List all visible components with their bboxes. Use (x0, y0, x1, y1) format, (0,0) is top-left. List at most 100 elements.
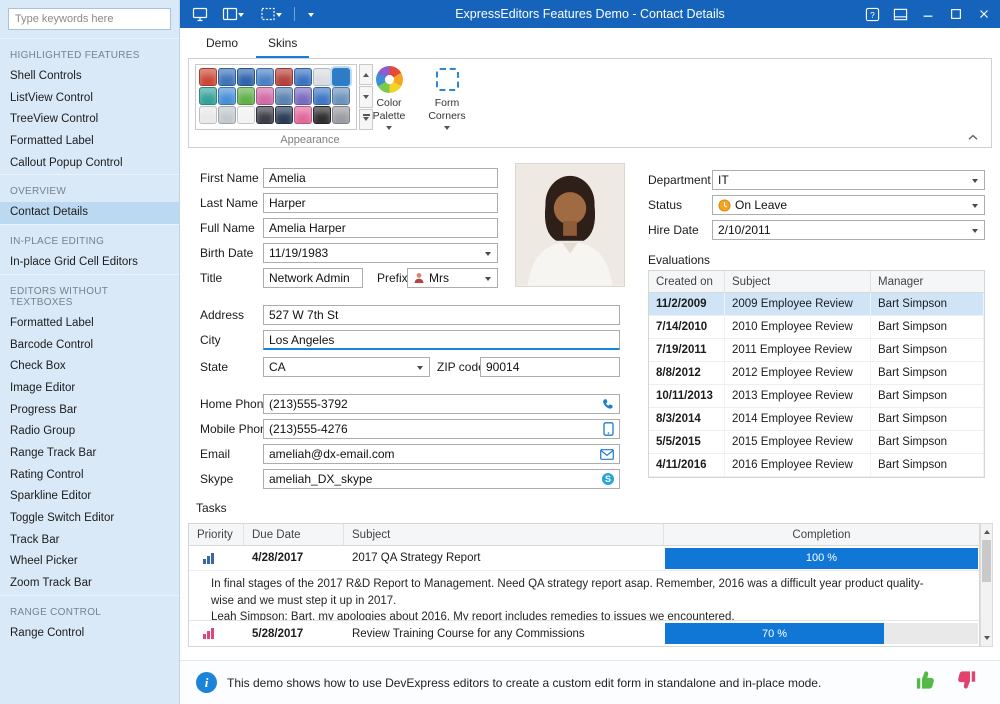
screen-capture-icon[interactable] (190, 0, 210, 28)
skin-swatch[interactable] (313, 68, 331, 86)
email-field[interactable] (263, 444, 620, 464)
sidebar-item-check-box[interactable]: Check Box (0, 356, 179, 378)
sidebar-item-formatted-label[interactable]: Formatted Label (0, 131, 179, 153)
ribbon-display-button[interactable] (886, 0, 914, 28)
eval-cell-manager[interactable]: Bart Simpson (871, 293, 984, 316)
hire-date-combobox[interactable]: 2/10/2011 (712, 220, 985, 240)
sidebar-item-listview-control[interactable]: ListView Control (0, 88, 179, 110)
sidebar-item-barcode-control[interactable]: Barcode Control (0, 335, 179, 357)
task-priority-cell[interactable] (189, 621, 244, 646)
email-input[interactable] (269, 447, 596, 461)
eval-cell-subject[interactable]: 2015 Employee Review (725, 431, 871, 454)
sidebar-item-zoom-track-bar[interactable]: Zoom Track Bar (0, 573, 179, 595)
task-subject[interactable]: Review Training Course for any Commissio… (344, 621, 664, 646)
eval-cell-subject[interactable]: 2012 Employee Review (725, 362, 871, 385)
eval-cell-manager[interactable]: Bart Simpson (871, 408, 984, 431)
tab-demo[interactable]: Demo (194, 31, 250, 58)
eval-cell-created[interactable]: 5/5/2015 (649, 431, 725, 454)
skin-swatch-selected[interactable] (332, 68, 350, 86)
home-phone-input[interactable] (269, 397, 597, 411)
skin-swatch[interactable] (256, 106, 274, 124)
close-button[interactable] (970, 0, 998, 28)
skin-swatch[interactable] (313, 106, 331, 124)
sidebar-item-toggle-switch[interactable]: Toggle Switch Editor (0, 508, 179, 530)
eval-cell-manager[interactable]: Bart Simpson (871, 339, 984, 362)
scroll-up-icon[interactable] (984, 527, 990, 534)
eval-cell-created[interactable]: 7/19/2011 (649, 339, 725, 362)
eval-cell-subject[interactable]: 2013 Employee Review (725, 385, 871, 408)
chevron-down-icon[interactable] (968, 196, 982, 214)
skin-swatch[interactable] (199, 106, 217, 124)
home-phone-field[interactable] (263, 394, 620, 414)
skin-swatch[interactable] (237, 87, 255, 105)
mobile-phone-field[interactable] (263, 419, 620, 439)
tasks-scrollbar[interactable] (980, 523, 993, 647)
column-header-task-subject[interactable]: Subject (344, 524, 664, 546)
eval-cell-manager[interactable]: Bart Simpson (871, 362, 984, 385)
chevron-down-icon[interactable] (481, 269, 495, 287)
sidebar-search[interactable] (8, 8, 171, 30)
search-input[interactable] (15, 13, 164, 25)
color-palette-button[interactable]: Color Palette (361, 63, 417, 143)
maximize-button[interactable] (942, 0, 970, 28)
eval-cell-created[interactable]: 7/14/2010 (649, 316, 725, 339)
skin-swatch[interactable] (275, 87, 293, 105)
minimize-button[interactable] (914, 0, 942, 28)
sidebar-item-sparkline-editor[interactable]: Sparkline Editor (0, 486, 179, 508)
skin-swatch[interactable] (218, 87, 236, 105)
skin-swatch[interactable] (332, 106, 350, 124)
sidebar-item-formatted-label-2[interactable]: Formatted Label (0, 313, 179, 335)
sidebar-item-range-track-bar[interactable]: Range Track Bar (0, 443, 179, 465)
scroll-down-icon[interactable] (984, 636, 990, 643)
column-header-due-date[interactable]: Due Date (244, 524, 344, 546)
eval-cell-subject[interactable]: 2016 Employee Review (725, 454, 871, 477)
skin-swatch[interactable] (294, 68, 312, 86)
sidebar-item-track-bar[interactable]: Track Bar (0, 530, 179, 552)
skin-swatch[interactable] (275, 68, 293, 86)
task-priority-cell[interactable] (189, 546, 244, 571)
sidebar-item-wheel-picker[interactable]: Wheel Picker (0, 551, 179, 573)
eval-cell-created[interactable]: 11/2/2009 (649, 293, 725, 316)
toolbar-overflow-button[interactable] (303, 0, 319, 28)
mobile-phone-input[interactable] (269, 422, 599, 436)
eval-cell-created[interactable]: 4/11/2016 (649, 454, 725, 477)
skin-swatch[interactable] (237, 106, 255, 124)
form-corners-button[interactable]: Form Corners (419, 63, 475, 143)
column-header-created-on[interactable]: Created on (649, 271, 725, 293)
thumbs-down-button[interactable] (954, 668, 978, 697)
zip-field[interactable] (480, 357, 620, 377)
task-completion-cell[interactable]: 70 % (664, 621, 979, 646)
sidebar-item-radio-group[interactable]: Radio Group (0, 421, 179, 443)
skin-swatch[interactable] (199, 87, 217, 105)
title-field[interactable] (263, 268, 363, 288)
eval-cell-created[interactable]: 10/11/2013 (649, 385, 725, 408)
skin-swatch[interactable] (256, 87, 274, 105)
sidebar-item-image-editor[interactable]: Image Editor (0, 378, 179, 400)
prefix-combobox[interactable]: Mrs (407, 268, 498, 288)
thumbs-up-button[interactable] (914, 668, 938, 697)
skin-swatch[interactable] (294, 87, 312, 105)
column-header-priority[interactable]: Priority (189, 524, 244, 546)
skin-swatch[interactable] (218, 68, 236, 86)
eval-cell-subject[interactable]: 2009 Employee Review (725, 293, 871, 316)
skin-swatch[interactable] (275, 106, 293, 124)
sidebar-item-inplace-grid-editors[interactable]: In-place Grid Cell Editors (0, 252, 179, 274)
department-combobox[interactable]: IT (712, 170, 985, 190)
eval-cell-manager[interactable]: Bart Simpson (871, 454, 984, 477)
tab-skins[interactable]: Skins (256, 31, 309, 58)
sidebar-item-callout-popup[interactable]: Callout Popup Control (0, 153, 179, 175)
skin-swatch[interactable] (237, 68, 255, 86)
sidebar-item-progress-bar[interactable]: Progress Bar (0, 400, 179, 422)
column-header-completion[interactable]: Completion (664, 524, 979, 546)
status-combobox[interactable]: On Leave (712, 195, 985, 215)
last-name-field[interactable] (263, 193, 498, 213)
sidebar-item-rating-control[interactable]: Rating Control (0, 465, 179, 487)
city-field[interactable] (263, 330, 620, 350)
form-border-style-button[interactable] (256, 0, 286, 28)
eval-cell-created[interactable]: 8/3/2014 (649, 408, 725, 431)
column-header-subject[interactable]: Subject (725, 271, 871, 293)
state-combobox[interactable]: CA (263, 357, 430, 377)
scrollbar-thumb[interactable] (982, 540, 991, 582)
task-completion-cell[interactable]: 100 % (664, 546, 979, 571)
chevron-down-icon[interactable] (968, 221, 982, 239)
